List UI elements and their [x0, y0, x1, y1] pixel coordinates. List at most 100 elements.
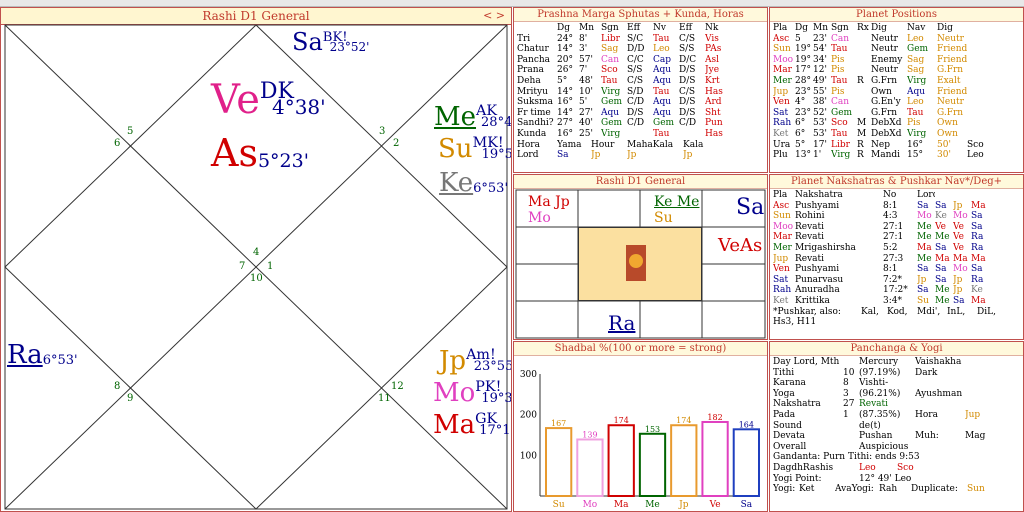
nakshatra-row-cell: Ma [971, 200, 986, 211]
nakshatra-row-cell: Sat [773, 274, 789, 285]
nakshatra-row-cell: Ra [971, 242, 984, 253]
positions-row-cell: 12' [813, 65, 827, 76]
positions-row-cell: Friend [937, 54, 967, 65]
nakshatra-row: Sun Rohini 4:3 Mo Ke Mo Sa [773, 211, 1020, 222]
panchanga-yogi-line-cell: AvaYogi: [835, 484, 874, 495]
panchanga-row-cell: Ayushman [915, 388, 963, 399]
planet-venus[interactable]: VeDK4°38' [211, 80, 326, 120]
pushkar-row-cell: Kal, [861, 306, 879, 317]
planet-mercury[interactable]: MeAK28°49' [434, 104, 511, 130]
sphutas-row-cell: Libr [601, 33, 620, 44]
house-num-4: 4 [253, 247, 260, 258]
planet-jupiter[interactable]: JpAm!23°55' [439, 348, 511, 374]
shadbal-value-label: 167 [551, 419, 566, 428]
panchanga-row-cell: de(t) [859, 420, 881, 431]
positions-row: Moo 19° 34' Pis Enemy Sag Friend [773, 55, 1020, 66]
sphutas-row: Kunda 16° 25' Virg Tau Has [517, 129, 764, 140]
shadbal-bar-ma [607, 424, 635, 497]
positions-row-cell: DebXd [871, 118, 902, 129]
top-toolbar[interactable] [0, 0, 1024, 7]
positions-row-cell: 19° [795, 44, 811, 55]
planet-mars[interactable]: MaGK17°12' [433, 412, 511, 438]
asc-degree: 5°23' [257, 149, 309, 172]
sphutas-row-cell: Pancha [517, 54, 551, 65]
panchanga-row-cell: Pada [773, 409, 796, 420]
sphutas-row-cell: 57' [579, 54, 593, 65]
pushkar-row-2: Hs3, H11 [773, 317, 1020, 328]
sphutas-row-cell: Krt [705, 75, 720, 86]
nakshatra-row-cell: Sa [917, 264, 929, 275]
positions-row-cell [857, 108, 871, 119]
panchanga-row-cell [843, 431, 859, 442]
sphutas-hora-row-cell: Hora [517, 139, 540, 150]
shadbal-bar-me [638, 432, 667, 497]
sphutas-row: Suksma 16° 5' Gem C/D Aqu D/S Ard [517, 97, 764, 108]
planet-saturn[interactable]: SaBK!23°52' [292, 30, 369, 54]
nakshatra-row-cell: Mo [953, 264, 968, 275]
shadbal-category-label: Jp [678, 500, 689, 510]
sphutas-row-cell: D/D [627, 44, 645, 55]
sphutas-row-cell: Kunda [517, 128, 547, 139]
planet-rahu[interactable]: Ra6°53' [7, 342, 78, 368]
planet-moon[interactable]: MoPK!19°34' [433, 380, 511, 406]
planet-ascendant[interactable]: As5°23' [211, 134, 309, 172]
sphutas-row: Mrityu 14° 10' Virg S/D Tau C/S Has [517, 87, 764, 98]
nakshatra-row-cell: 27:1 [883, 221, 904, 232]
positions-row-cell: Pis [907, 118, 921, 129]
nakshatra-row-cell: Jp [953, 200, 963, 211]
nakshatra-row-cell: Ma [935, 253, 950, 264]
sphutas-row-cell: Has [705, 86, 723, 97]
nakshatra-panel: Planet Nakshatras & Pushkar Nav*/Deg+ Pl… [769, 174, 1024, 340]
sphutas-row-cell: Aqu [653, 97, 672, 108]
panchanga-row-cell: 8 [843, 378, 849, 389]
positions-row-cell: Ven [773, 97, 790, 108]
positions-row-cell: Aqu [907, 86, 926, 97]
positions-row-cell [857, 55, 871, 66]
positions-row-cell: Sco [831, 118, 848, 129]
house-num-5: 5 [127, 126, 134, 137]
panchanga-row-cell: Mercury [859, 357, 899, 367]
positions-row-cell: Leo [967, 150, 984, 161]
panchanga-row-cell: Pushan [859, 431, 893, 442]
sphutas-row-cell: Virg [601, 128, 621, 139]
house-num-9: 9 [127, 393, 134, 404]
positions-header-cell: Pla [773, 23, 788, 33]
positions-row-cell: Can [831, 33, 850, 44]
positions-row-cell: Own [871, 86, 892, 97]
panchanga-yogi-line-cell: Rah [879, 484, 898, 495]
positions-row-cell: 54' [813, 44, 827, 55]
planet-ketu[interactable]: Ke6°53' [439, 170, 508, 196]
positions-row-cell: Plu [773, 150, 788, 161]
panchanga-row-cell [965, 378, 995, 389]
positions-row-cell: Virg [831, 150, 851, 161]
sphutas-row-cell: 5° [557, 75, 568, 86]
nakshatra-row-cell: Ve [953, 221, 964, 232]
positions-row-cell: Jup [773, 86, 789, 97]
saturn-degree: 23°52' [329, 39, 370, 54]
positions-row-cell: Exalt [937, 75, 961, 86]
shadbal-category-label: Ma [614, 500, 629, 510]
sphutas-row-cell: Chatur [517, 44, 549, 55]
panchanga-dagdh-cell: Sco [897, 462, 914, 473]
pushkar-row-cell: Kod, [887, 306, 908, 317]
positions-row-cell: 30' [937, 150, 951, 161]
positions-row-cell: 17' [813, 139, 827, 150]
nakshatra-row-cell: Me [935, 232, 950, 243]
planet-sun[interactable]: SuMK!19°54' [438, 136, 511, 162]
positions-row-cell [857, 34, 871, 45]
sphutas-row-cell: Gem [653, 118, 675, 129]
chart-nav-arrows[interactable]: < > [483, 8, 505, 24]
nakshatra-row: Moo Revati 27:1 Me Ve Ve Sa [773, 222, 1020, 233]
positions-title: Planet Positions [770, 8, 1023, 22]
shadbal-ytick: 100 [520, 451, 537, 461]
nakshatra-row-cell: Ve [953, 232, 964, 243]
sphutas-row-cell: 10' [579, 86, 593, 97]
positions-row-cell: 52' [813, 107, 827, 118]
panchanga-gandanta-cell: Gandanta: Purn Tithi: ends 9:53 [773, 452, 920, 463]
panchanga-row-cell: Karana [773, 378, 806, 389]
nakshatra-row-cell: 7:2* [883, 274, 902, 285]
sphutas-row-cell: Asl [705, 54, 719, 65]
sphutas-row-cell: 26° [557, 65, 573, 76]
pushkar-row-cell: DiL, [977, 306, 996, 317]
nakshatra-header-cell [935, 190, 953, 201]
